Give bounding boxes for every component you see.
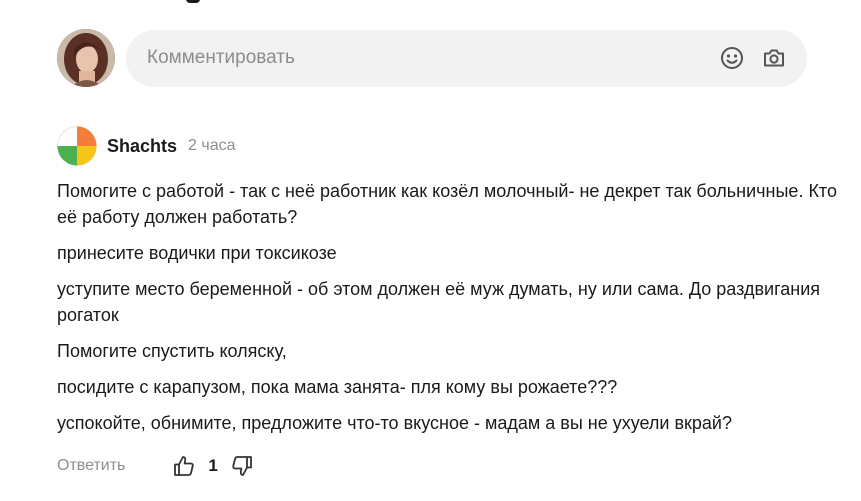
author-avatar[interactable] bbox=[57, 126, 97, 166]
comment-paragraph: посидите с карапузом, пока мама занята- … bbox=[57, 377, 618, 397]
thumbs-up-icon[interactable] bbox=[172, 454, 196, 478]
like-count: 1 bbox=[208, 456, 218, 475]
comment-actions: Ответить 1 bbox=[57, 453, 254, 479]
comment-paragraph: принесите водички при токсикозе bbox=[57, 243, 337, 263]
comment-paragraph: уступите место беременной - об этом долж… bbox=[57, 279, 820, 325]
heading-fragment bbox=[186, 0, 200, 3]
author-name[interactable]: Shachts bbox=[107, 136, 177, 157]
comment-time: 2 часа bbox=[188, 137, 236, 154]
camera-icon[interactable] bbox=[761, 45, 787, 71]
comment-input-box[interactable] bbox=[126, 29, 807, 87]
comment-input[interactable] bbox=[147, 43, 703, 73]
thumbs-down-icon[interactable] bbox=[230, 454, 254, 478]
comment-paragraph: Помогите с работой - так с неё работник … bbox=[57, 181, 837, 227]
comment-paragraph: успокойте, обнимите, предложите что-то в… bbox=[57, 413, 732, 433]
comment-body: Помогите с работой - так с неё работник … bbox=[57, 178, 837, 436]
comment-paragraph: Помогите спустить коляску, bbox=[57, 341, 287, 361]
comment: Shachts 2 часа Помогите с работой - так … bbox=[57, 126, 837, 476]
comment-composer bbox=[57, 29, 807, 87]
current-user-avatar[interactable] bbox=[57, 29, 115, 87]
emoji-icon[interactable] bbox=[719, 45, 745, 71]
reply-button[interactable]: Ответить bbox=[57, 457, 125, 475]
comment-header: Shachts 2 часа bbox=[57, 126, 837, 166]
